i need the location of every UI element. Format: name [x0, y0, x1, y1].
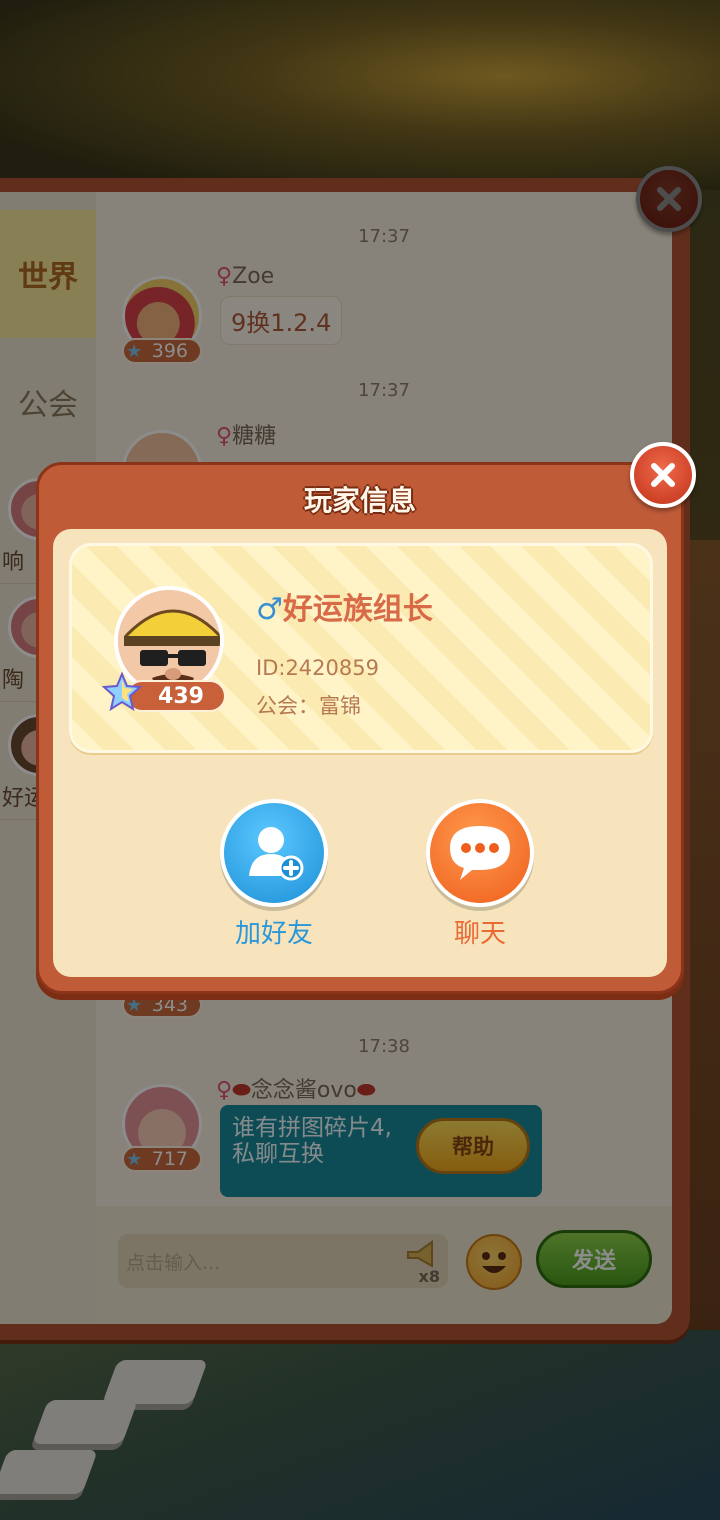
chat-bubble-icon[interactable] — [426, 799, 534, 907]
chat-button[interactable]: 聊天 — [415, 799, 545, 950]
male-icon: ♂ — [256, 592, 283, 627]
add-friend-button[interactable]: 加好友 — [209, 799, 339, 950]
player-guild: 公会：富锦 — [256, 694, 361, 718]
add-user-icon[interactable] — [220, 799, 328, 907]
chat-label: 聊天 — [453, 919, 506, 949]
modal-title: 玩家信息 — [303, 484, 416, 517]
modal-body: 439 ♂好运族组长 ID:2420859 公会：富锦 加好友 聊天 — [53, 529, 667, 977]
player-info-card: 439 ♂好运族组长 ID:2420859 公会：富锦 — [69, 543, 653, 753]
star-icon — [101, 671, 143, 712]
player-id: ID:2420859 — [256, 656, 379, 680]
add-friend-label: 加好友 — [234, 919, 313, 949]
player-info-modal: 玩家信息 439 ♂好运族组长 ID:2420859 公会：富锦 加好友 聊天 — [36, 462, 684, 994]
close-icon[interactable] — [630, 442, 696, 508]
player-name: ♂好运族组长 — [256, 592, 433, 627]
